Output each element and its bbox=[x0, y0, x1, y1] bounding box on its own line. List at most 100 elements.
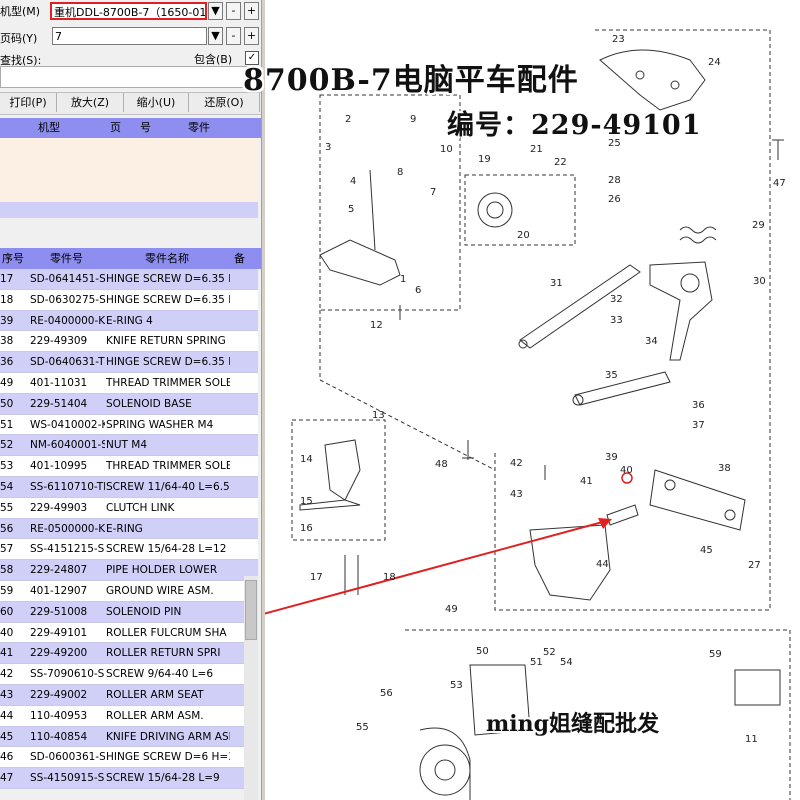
cell-part-name: ROLLER ARM SEAT bbox=[106, 689, 204, 701]
zoom-in-button[interactable]: 放大(Z) bbox=[57, 93, 124, 112]
cell-part-no: RE-0400000-K bbox=[30, 314, 105, 327]
callout-29: 29 bbox=[752, 220, 765, 231]
table-row[interactable]: 46 SD-0600361-S HINGE SCREW D=6 H=3 bbox=[0, 747, 258, 769]
table-row[interactable]: 50 229-51404 SOLENOID BASE bbox=[0, 393, 258, 415]
cell-part-no: SS-6110710-TI bbox=[30, 481, 105, 493]
page-select[interactable]: 7 bbox=[52, 27, 207, 45]
cell-seq: 47 bbox=[0, 772, 14, 785]
cell-part-no: SD-0630275-S bbox=[30, 293, 105, 306]
page-minus-button[interactable]: - bbox=[226, 27, 241, 45]
callout-2: 2 bbox=[345, 114, 351, 125]
callout-38: 38 bbox=[718, 463, 731, 474]
cell-seq: 43 bbox=[0, 689, 14, 701]
cell-part-name: ROLLER RETURN SPRI bbox=[106, 647, 221, 660]
table-row[interactable]: 57 SS-4151215-S SCREW 15/64-28 L=12 bbox=[0, 539, 258, 561]
page-plus-button[interactable]: + bbox=[244, 27, 259, 45]
table-row[interactable]: 38 229-49309 KNIFE RETURN SPRING bbox=[0, 331, 258, 353]
cell-part-name: HINGE SCREW D=6.35 H bbox=[106, 293, 230, 306]
table-row[interactable]: 42 SS-7090610-S SCREW 9/64-40 L=6 bbox=[0, 664, 258, 685]
callout-30: 30 bbox=[753, 276, 766, 287]
callout-52: 52 bbox=[543, 647, 556, 658]
callout-45: 45 bbox=[700, 545, 713, 556]
zoom-out-button[interactable]: 缩小(U) bbox=[124, 93, 189, 112]
parts-scrollbar[interactable] bbox=[244, 576, 258, 800]
callout-41: 41 bbox=[580, 476, 593, 487]
callout-48: 48 bbox=[435, 459, 448, 470]
contains-label: 包含(B) bbox=[194, 53, 233, 66]
callout-37: 37 bbox=[692, 420, 705, 431]
callout-9: 9 bbox=[410, 114, 416, 125]
model-minus-button[interactable]: - bbox=[226, 2, 241, 20]
table-row[interactable]: 56 RE-0500000-K E-RING bbox=[0, 518, 258, 540]
cell-part-no: RE-0500000-K bbox=[30, 522, 105, 535]
cell-part-name: CLUTCH LINK bbox=[106, 501, 175, 514]
page-label: 页码(Y) bbox=[0, 32, 38, 45]
cell-seq: 52 bbox=[0, 439, 14, 452]
search-input[interactable] bbox=[0, 66, 258, 88]
cell-seq: 56 bbox=[0, 522, 14, 535]
cell-seq: 59 bbox=[0, 585, 14, 597]
cell-seq: 18 bbox=[0, 293, 14, 306]
callout-18: 18 bbox=[383, 572, 396, 583]
model-dropdown-arrow[interactable]: ▼ bbox=[208, 2, 223, 20]
cell-seq: 45 bbox=[0, 730, 14, 743]
cell-part-name: HINGE SCREW D=6.35 H bbox=[106, 273, 230, 285]
callout-35: 35 bbox=[605, 370, 618, 381]
cell-part-name: SCREW 9/64-40 L=6 bbox=[106, 668, 214, 681]
table-row[interactable]: 43 229-49002 ROLLER ARM SEAT bbox=[0, 685, 258, 706]
table-row[interactable]: 51 WS-0410002-K SPRING WASHER M4 bbox=[0, 414, 258, 436]
upper-col-part: 零件 bbox=[188, 121, 210, 134]
table-row[interactable]: 17 SD-0641451-S HINGE SCREW D=6.35 H bbox=[0, 269, 258, 290]
cell-part-no: SS-4150915-S bbox=[30, 772, 105, 785]
table-row[interactable]: 41 229-49200 ROLLER RETURN SPRI bbox=[0, 643, 258, 665]
cell-part-no: 229-49309 bbox=[30, 335, 88, 348]
cell-seq: 51 bbox=[0, 418, 14, 431]
cell-seq: 39 bbox=[0, 314, 14, 327]
cell-part-name: NUT M4 bbox=[106, 439, 148, 452]
table-row[interactable]: 49 401-11031 THREAD TRIMMER SOLE bbox=[0, 373, 258, 394]
table-row[interactable]: 40 229-49101 ROLLER FULCRUM SHA bbox=[0, 622, 258, 644]
upper-col-model: 机型 bbox=[38, 121, 60, 134]
callout-47: 47 bbox=[773, 178, 786, 189]
cell-part-no: 229-49101 bbox=[30, 626, 88, 639]
callout-5: 5 bbox=[348, 204, 354, 215]
pane-divider bbox=[0, 218, 261, 248]
callout-8: 8 bbox=[397, 167, 403, 178]
callout-16: 16 bbox=[300, 523, 313, 534]
cell-part-name: HINGE SCREW D=6.35 H bbox=[106, 356, 230, 369]
page-dropdown-arrow[interactable]: ▼ bbox=[208, 27, 223, 45]
col-seq: 序号 bbox=[2, 252, 24, 265]
cell-part-name: SCREW 15/64-28 L=9 bbox=[106, 772, 220, 785]
cell-seq: 46 bbox=[0, 751, 14, 764]
scrollbar-thumb[interactable] bbox=[245, 580, 257, 640]
callout-44: 44 bbox=[596, 559, 609, 570]
table-row[interactable]: 44 110-40953 ROLLER ARM ASM. bbox=[0, 705, 258, 727]
cell-part-name: SOLENOID BASE bbox=[106, 397, 192, 410]
cell-part-name: SOLENOID PIN bbox=[106, 605, 182, 618]
table-row[interactable]: 60 229-51008 SOLENOID PIN bbox=[0, 601, 258, 623]
cell-seq: 53 bbox=[0, 460, 14, 473]
table-row[interactable]: 45 110-40854 KNIFE DRIVING ARM ASM bbox=[0, 726, 258, 748]
table-row[interactable]: 47 SS-4150915-S SCREW 15/64-28 L=9 bbox=[0, 768, 258, 789]
table-row[interactable]: 53 401-10995 THREAD TRIMMER SOLE bbox=[0, 456, 258, 477]
table-row[interactable]: 18 SD-0630275-S HINGE SCREW D=6.35 H bbox=[0, 289, 258, 311]
cell-seq: 42 bbox=[0, 668, 14, 681]
callout-42: 42 bbox=[510, 458, 523, 469]
table-row[interactable]: 36 SD-0640631-T HINGE SCREW D=6.35 H bbox=[0, 352, 258, 373]
print-button[interactable]: 打印(P) bbox=[0, 93, 57, 112]
cell-part-name: SCREW 11/64-40 L=6.5 bbox=[106, 481, 230, 493]
cell-part-no: 401-12907 bbox=[30, 585, 88, 597]
callout-17: 17 bbox=[310, 572, 323, 583]
cell-part-name: KNIFE RETURN SPRING bbox=[106, 335, 226, 348]
model-select[interactable]: 重机DDL-8700B-7（1650-01） bbox=[50, 2, 207, 20]
model-plus-button[interactable]: + bbox=[244, 2, 259, 20]
table-row[interactable]: 55 229-49903 CLUTCH LINK bbox=[0, 497, 258, 519]
table-row[interactable]: 52 NM-6040001-S NUT M4 bbox=[0, 435, 258, 457]
table-row[interactable]: 59 401-12907 GROUND WIRE ASM. bbox=[0, 581, 258, 602]
callout-34: 34 bbox=[645, 336, 658, 347]
table-row[interactable]: 54 SS-6110710-TI SCREW 11/64-40 L=6.5 bbox=[0, 477, 258, 498]
callout-19: 19 bbox=[478, 154, 491, 165]
table-row[interactable]: 58 229-24807 PIPE HOLDER LOWER bbox=[0, 560, 258, 581]
table-row[interactable]: 39 RE-0400000-K E-RING 4 bbox=[0, 310, 258, 332]
cell-part-name: SPRING WASHER M4 bbox=[106, 418, 214, 431]
